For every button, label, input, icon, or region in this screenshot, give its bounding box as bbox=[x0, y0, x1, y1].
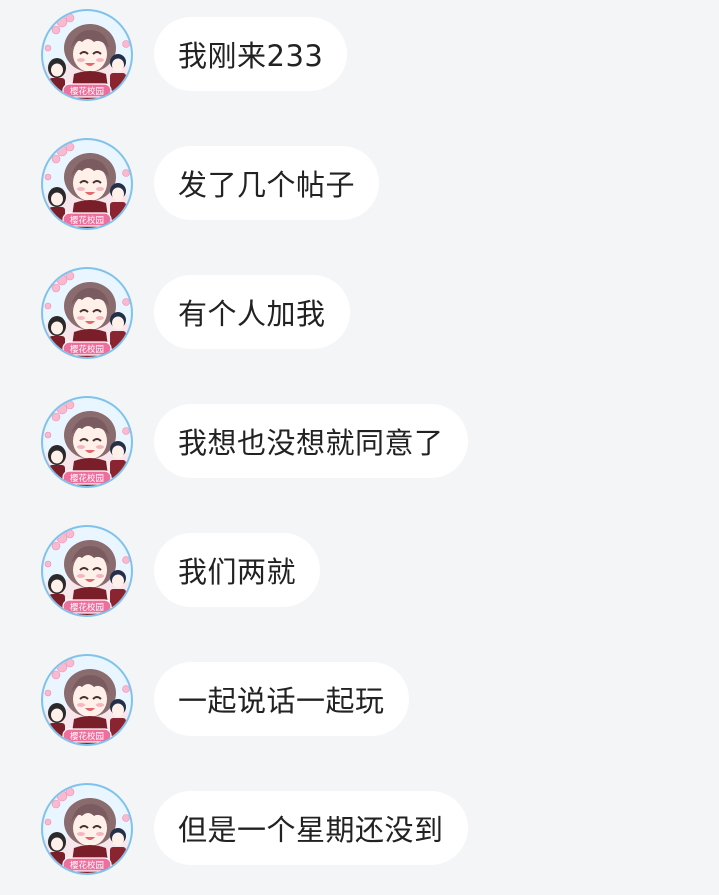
message-bubble[interactable]: 一起说话一起玩 bbox=[154, 662, 409, 736]
anime-avatar-icon: 樱花校园 bbox=[41, 396, 133, 488]
message-row: 樱花校园 我刚来233 bbox=[0, 0, 719, 110]
avatar-badge-text: 樱花校园 bbox=[70, 473, 104, 484]
message-bubble[interactable]: 发了几个帖子 bbox=[154, 146, 380, 220]
message-row: 樱花校园 发了几个帖子 bbox=[0, 129, 719, 239]
message-bubble[interactable]: 但是一个星期还没到 bbox=[154, 791, 468, 865]
avatar[interactable]: 樱花校园 bbox=[40, 137, 134, 231]
message-bubble[interactable]: 我们两就 bbox=[154, 533, 321, 607]
anime-avatar-icon: 樱花校园 bbox=[41, 9, 133, 101]
message-row: 樱花校园 一起说话一起玩 bbox=[0, 645, 719, 755]
chat-message-list: 樱花校园 我刚来233 樱花校园 发了几个帖子 樱花校园 有个人加我 樱花校园 … bbox=[0, 0, 719, 895]
message-row: 樱花校园 有个人加我 bbox=[0, 258, 719, 368]
avatar[interactable]: 樱花校园 bbox=[40, 8, 134, 102]
message-bubble[interactable]: 我刚来233 bbox=[154, 17, 348, 91]
avatar[interactable]: 樱花校园 bbox=[40, 653, 134, 747]
message-row: 樱花校园 我们两就 bbox=[0, 516, 719, 626]
anime-avatar-icon: 樱花校园 bbox=[41, 654, 133, 746]
avatar-badge-text: 樱花校园 bbox=[70, 86, 104, 97]
anime-avatar-icon: 樱花校园 bbox=[41, 138, 133, 230]
avatar-badge-text: 樱花校园 bbox=[70, 215, 104, 226]
avatar-badge-text: 樱花校园 bbox=[70, 731, 104, 742]
avatar[interactable]: 樱花校园 bbox=[40, 524, 134, 618]
anime-avatar-icon: 樱花校园 bbox=[41, 267, 133, 359]
avatar[interactable]: 樱花校园 bbox=[40, 782, 134, 876]
message-row: 樱花校园 但是一个星期还没到 bbox=[0, 774, 719, 884]
anime-avatar-icon: 樱花校园 bbox=[41, 783, 133, 875]
message-bubble[interactable]: 有个人加我 bbox=[154, 275, 350, 349]
message-row: 樱花校园 我想也没想就同意了 bbox=[0, 387, 719, 497]
avatar[interactable]: 樱花校园 bbox=[40, 266, 134, 360]
message-bubble[interactable]: 我想也没想就同意了 bbox=[154, 404, 468, 478]
avatar-badge-text: 樱花校园 bbox=[70, 602, 104, 613]
avatar-badge-text: 樱花校园 bbox=[70, 344, 104, 355]
anime-avatar-icon: 樱花校园 bbox=[41, 525, 133, 617]
avatar-badge-text: 樱花校园 bbox=[70, 860, 104, 871]
avatar[interactable]: 樱花校园 bbox=[40, 395, 134, 489]
